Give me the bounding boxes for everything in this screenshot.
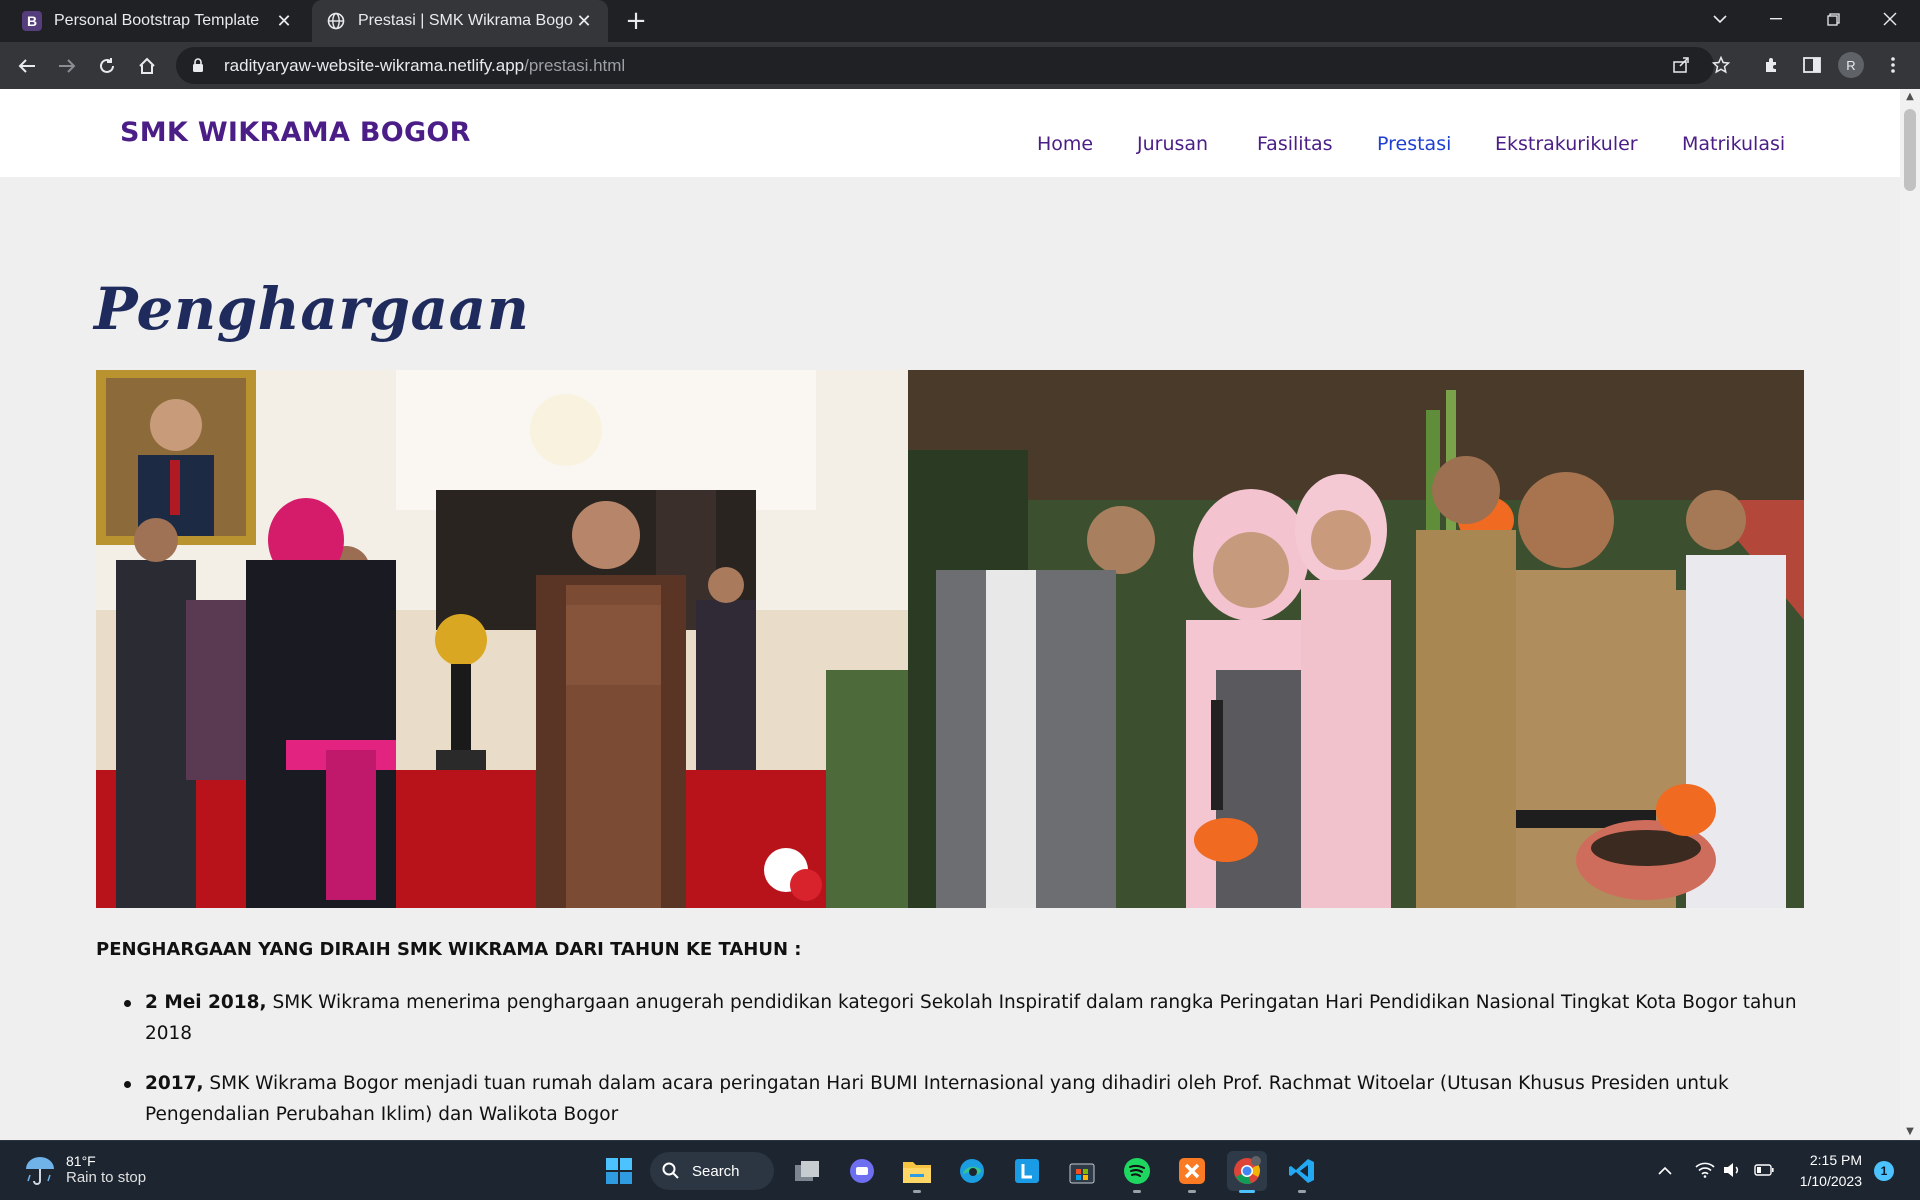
tab-search-icon[interactable] (1692, 0, 1748, 38)
taskbar-search[interactable]: Search (650, 1152, 774, 1190)
xampp-icon[interactable] (1172, 1151, 1212, 1193)
nav-fasilitas[interactable]: Fasilitas (1257, 133, 1333, 155)
close-window-icon[interactable] (1862, 0, 1918, 38)
forward-icon[interactable] (49, 48, 85, 84)
scrollbar-thumb[interactable] (1904, 109, 1916, 191)
start-icon[interactable] (599, 1151, 639, 1191)
weather-widget[interactable]: 81°F Rain to stop (22, 1151, 146, 1187)
tab-prestasi[interactable]: Prestasi | SMK Wikrama Bogor ✕ (312, 0, 608, 42)
search-icon (662, 1162, 680, 1184)
page-viewport: SMK WIKRAMA BOGOR Home Jurusan Fasilitas… (0, 89, 1900, 1140)
close-tab-icon[interactable]: ✕ (574, 11, 594, 31)
award-date: 2017, (145, 1073, 204, 1094)
battery-icon[interactable] (1751, 1155, 1777, 1185)
teams-chat-icon[interactable] (842, 1151, 882, 1191)
windows-taskbar: 81°F Rain to stop Search 2:15 PM 1/10/20… (0, 1140, 1920, 1200)
minimize-icon[interactable] (1748, 0, 1804, 38)
l-app-icon[interactable] (1007, 1151, 1047, 1191)
address-bar[interactable]: radityaryaw-website-wikrama.netlify.app /… (176, 47, 1714, 84)
nav-ekstrakurikuler[interactable]: Ekstrakurikuler (1495, 133, 1638, 155)
file-explorer-icon[interactable] (897, 1151, 937, 1193)
chrome-icon[interactable] (1227, 1151, 1267, 1193)
close-tab-icon[interactable]: ✕ (274, 11, 294, 31)
share-icon[interactable] (1664, 48, 1698, 82)
wifi-icon[interactable] (1692, 1155, 1718, 1185)
nav-jurusan[interactable]: Jurusan (1137, 133, 1208, 155)
url-path: /prestasi.html (524, 55, 626, 75)
edge-icon[interactable] (952, 1151, 992, 1191)
bullet-icon (124, 1081, 131, 1088)
scroll-up-icon[interactable]: ▲ (1905, 92, 1915, 102)
globe-icon (326, 11, 346, 31)
umbrella-rain-icon (22, 1151, 58, 1187)
nav-matrikulasi[interactable]: Matrikulasi (1682, 133, 1785, 155)
reload-icon[interactable] (89, 48, 125, 84)
award-text: SMK Wikrama menerima penghargaan anugera… (145, 992, 1797, 1044)
bootstrap-icon: B (22, 11, 42, 31)
page-heading: Penghargaan (94, 275, 530, 343)
store-icon[interactable] (1062, 1151, 1102, 1191)
site-navbar: SMK WIKRAMA BOGOR Home Jurusan Fasilitas… (0, 89, 1900, 177)
restore-icon[interactable] (1805, 0, 1861, 38)
tab-title: Prestasi | SMK Wikrama Bogor (358, 12, 574, 29)
weather-desc: Rain to stop (66, 1168, 147, 1186)
task-view-icon[interactable] (787, 1151, 827, 1191)
extensions-icon[interactable] (1755, 48, 1789, 82)
page-scrollbar[interactable]: ▲ ▼ (1900, 89, 1920, 1140)
menu-kebab-icon[interactable] (1876, 48, 1910, 82)
vscode-icon[interactable] (1282, 1151, 1322, 1193)
bookmark-star-icon[interactable] (1704, 48, 1738, 82)
home-icon[interactable] (129, 48, 165, 84)
tab-strip: B Personal Bootstrap Template ✕ Prestasi… (0, 0, 1920, 42)
spotify-icon[interactable] (1117, 1151, 1157, 1193)
awards-list: 2 Mei 2018, SMK Wikrama menerima penghar… (96, 987, 1806, 1140)
bullet-icon (124, 1000, 131, 1007)
browser-toolbar: radityaryaw-website-wikrama.netlify.app /… (0, 42, 1920, 89)
notification-badge[interactable]: 1 (1874, 1161, 1894, 1181)
scroll-down-icon[interactable]: ▼ (1905, 1127, 1915, 1137)
award-text: SMK Wikrama Bogor menjadi tuan rumah dal… (145, 1073, 1729, 1125)
site-brand[interactable]: SMK WIKRAMA BOGOR (120, 117, 471, 148)
awards-lead: PENGHARGAAN YANG DIRAIH SMK WIKRAMA DARI… (96, 939, 802, 960)
search-label: Search (692, 1162, 740, 1180)
tab-title: Personal Bootstrap Template (54, 12, 260, 29)
award-date: 2 Mei 2018, (145, 992, 267, 1013)
list-item: 2017, SMK Wikrama Bogor menjadi tuan rum… (96, 1068, 1806, 1130)
clock-date: 1/10/2023 (1799, 1173, 1862, 1189)
award-photo-banner (96, 370, 1804, 908)
chevron-up-icon[interactable] (1652, 1155, 1678, 1185)
volume-icon[interactable] (1719, 1155, 1745, 1185)
url-host: radityaryaw-website-wikrama.netlify.app (224, 55, 525, 75)
lock-icon[interactable] (192, 58, 210, 73)
weather-temp: 81°F (66, 1152, 96, 1169)
list-item: 2 Mei 2018, SMK Wikrama menerima penghar… (96, 987, 1806, 1049)
side-panel-icon[interactable] (1795, 48, 1829, 82)
nav-home[interactable]: Home (1037, 133, 1093, 155)
nav-prestasi[interactable]: Prestasi (1377, 133, 1451, 155)
back-icon[interactable] (9, 48, 45, 84)
taskbar-clock[interactable]: 2:15 PM 1/10/2023 (1786, 1150, 1862, 1192)
new-tab-button[interactable]: + (620, 6, 652, 36)
profile-avatar[interactable]: R (1838, 52, 1864, 78)
tab-personal-bootstrap[interactable]: B Personal Bootstrap Template ✕ (8, 0, 308, 42)
clock-time: 2:15 PM (1809, 1152, 1862, 1168)
